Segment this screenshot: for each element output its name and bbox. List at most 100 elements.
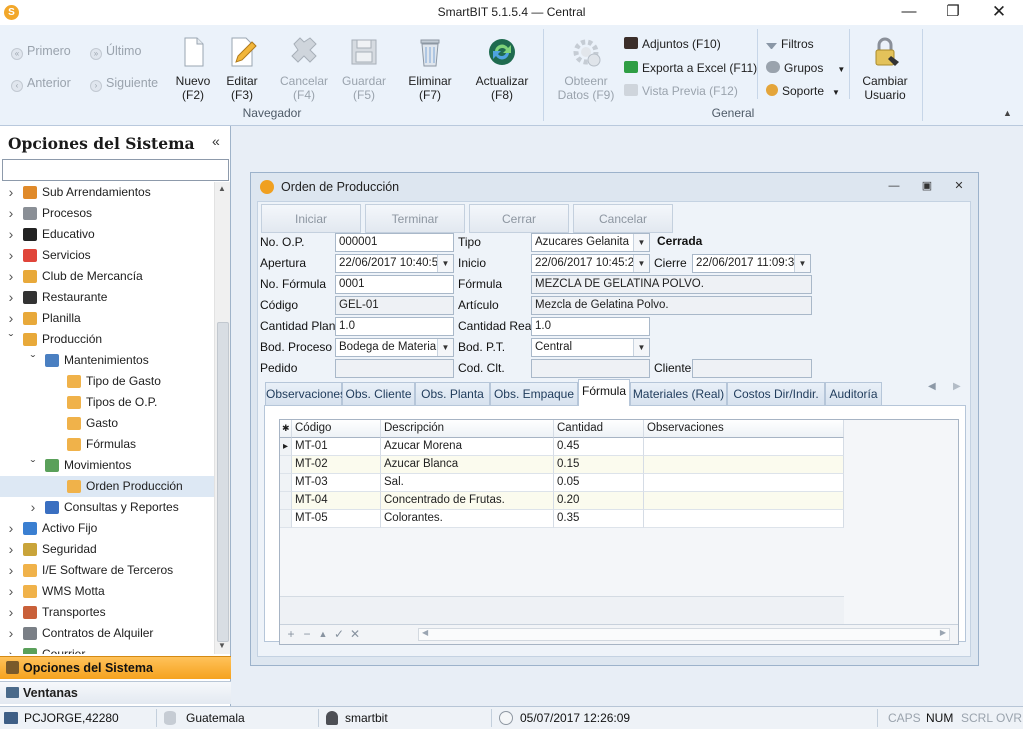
row-indicator[interactable] xyxy=(280,492,292,510)
sidebar-item[interactable]: › Planilla xyxy=(0,308,214,329)
sidebar-item[interactable]: Tipo de Gasto xyxy=(0,371,214,392)
delete-button[interactable]: Eliminar (F7) xyxy=(401,36,459,102)
finish-button[interactable]: Terminar xyxy=(365,204,465,233)
chevron-right-icon[interactable]: › xyxy=(6,308,16,329)
tab-scroll-left-icon[interactable]: ◀ xyxy=(928,381,936,392)
chevron-right-icon[interactable]: › xyxy=(6,518,16,539)
scroll-down-icon[interactable]: ▼ xyxy=(218,641,226,650)
tab[interactable]: Obs. Planta xyxy=(415,382,490,406)
tab[interactable]: Fórmula xyxy=(578,379,630,406)
get-data-button[interactable]: Obteenr Datos (F9) xyxy=(555,36,617,102)
op-number-field[interactable]: 000001 xyxy=(335,233,454,252)
cancel-order-button[interactable]: Cancelar xyxy=(573,204,673,233)
process-warehouse-select[interactable]: Bodega de Materia Prima▼ xyxy=(335,338,454,357)
start-date-field[interactable]: 22/06/2017 10:45:29 ▼ xyxy=(531,254,650,273)
tab-scroll-right-icon[interactable]: ▶ xyxy=(953,381,961,392)
start-button[interactable]: Iniciar xyxy=(261,204,361,233)
pane-windows[interactable]: Ventanas xyxy=(0,681,231,704)
chevron-right-icon[interactable]: › xyxy=(6,245,16,266)
finished-goods-warehouse-select[interactable]: Central ▼ xyxy=(531,338,650,357)
print-preview-button[interactable]: Vista Previa (F12) xyxy=(624,81,738,101)
planned-quantity-field[interactable]: 1.0 xyxy=(335,317,454,336)
grid-cell[interactable]: MT-03 xyxy=(292,474,381,492)
chevron-down-icon[interactable]: ▼ xyxy=(633,255,649,272)
current-row-indicator[interactable]: ▸ xyxy=(280,438,292,456)
tab[interactable]: Obs. Empaque xyxy=(490,382,578,406)
save-button[interactable]: Guardar (F5) xyxy=(335,36,393,102)
check-icon[interactable]: ✓ xyxy=(332,626,346,642)
grid-cell[interactable]: 0.35 xyxy=(554,510,644,528)
grid-cell[interactable]: Azucar Morena xyxy=(381,438,554,456)
scroll-right-icon[interactable]: ▶ xyxy=(940,628,946,637)
column-header[interactable]: Cantidad xyxy=(554,420,644,438)
column-header[interactable]: Código xyxy=(292,420,381,438)
sidebar-item[interactable]: › Activo Fijo xyxy=(0,518,214,539)
next-record-button[interactable]: › Siguiente xyxy=(90,74,158,92)
sidebar-item[interactable]: › Seguridad xyxy=(0,539,214,560)
export-excel-button[interactable]: Exporta a Excel (F11) xyxy=(624,58,757,78)
chevron-down-icon[interactable]: ▼ xyxy=(633,339,649,356)
chevron-down-icon[interactable]: ˇ xyxy=(6,329,16,350)
change-user-button[interactable]: Cambiar Usuario xyxy=(856,36,914,102)
close-button[interactable]: ✕ xyxy=(976,2,1022,24)
sidebar-item[interactable]: › I/E Software de Terceros xyxy=(0,560,214,581)
tab[interactable]: Auditoría xyxy=(825,382,882,406)
chevron-right-icon[interactable]: › xyxy=(6,623,16,644)
scrollbar-thumb[interactable] xyxy=(217,322,229,642)
minus-icon[interactable]: − xyxy=(300,626,314,642)
chevron-right-icon[interactable]: › xyxy=(6,287,16,308)
sidebar-item[interactable]: › Restaurante xyxy=(0,287,214,308)
row-indicator[interactable] xyxy=(280,510,292,528)
collapse-ribbon-icon[interactable]: ▲ xyxy=(1003,108,1012,118)
close-order-button[interactable]: Cerrar xyxy=(469,204,569,233)
edit-button[interactable]: Editar (F3) xyxy=(213,36,271,102)
child-restore-button[interactable]: ▣ xyxy=(918,179,936,193)
cancel-x-icon[interactable]: ✕ xyxy=(348,626,362,642)
previous-record-button[interactable]: ‹ Anterior xyxy=(11,74,71,92)
grid-cell[interactable]: 0.15 xyxy=(554,456,644,474)
refresh-button[interactable]: Actualizar (F8) xyxy=(473,36,531,102)
tree-scrollbar[interactable]: ▲ ▼ xyxy=(214,182,230,654)
filters-button[interactable]: Filtros xyxy=(766,34,814,54)
groups-dropdown[interactable]: Grupos ▼ xyxy=(766,58,845,78)
grid-cell[interactable]: 0.45 xyxy=(554,438,644,456)
sidebar-item[interactable]: › Courrier xyxy=(0,644,214,654)
chevron-down-icon[interactable]: ▼ xyxy=(437,255,453,272)
grid-cell[interactable]: MT-05 xyxy=(292,510,381,528)
sidebar-item[interactable]: › Consultas y Reportes xyxy=(0,497,214,518)
collapse-sidebar-icon[interactable]: « xyxy=(212,133,220,149)
plus-icon[interactable]: + xyxy=(284,626,298,642)
tab[interactable]: Costos Dir/Indir. xyxy=(727,382,825,406)
chevron-right-icon[interactable]: › xyxy=(6,560,16,581)
first-record-button[interactable]: « Primero xyxy=(11,42,71,60)
chevron-down-icon[interactable]: ˇ xyxy=(28,455,38,476)
chevron-right-icon[interactable]: › xyxy=(6,539,16,560)
close-date-field[interactable]: 22/06/2017 11:09:32 ▼ xyxy=(692,254,811,273)
opening-date-field[interactable]: 22/06/2017 10:40:55 ▼ xyxy=(335,254,454,273)
sidebar-item[interactable]: › Club de Mercancía xyxy=(0,266,214,287)
grid-cell[interactable]: 0.05 xyxy=(554,474,644,492)
sidebar-item[interactable]: ˇ Producción xyxy=(0,329,214,350)
child-minimize-button[interactable]: — xyxy=(885,179,903,193)
sidebar-item[interactable]: ˇ Mantenimientos xyxy=(0,350,214,371)
sidebar-item[interactable]: Orden Producción xyxy=(0,476,214,497)
sidebar-item[interactable]: › Educativo xyxy=(0,224,214,245)
grid-cell[interactable] xyxy=(644,456,844,474)
chevron-right-icon[interactable]: › xyxy=(6,224,16,245)
sidebar-item[interactable]: Gasto xyxy=(0,413,214,434)
up-icon[interactable]: ▲ xyxy=(316,626,330,642)
row-indicator[interactable] xyxy=(280,474,292,492)
grid-cell[interactable]: Colorantes. xyxy=(381,510,554,528)
grid-cell[interactable]: 0.20 xyxy=(554,492,644,510)
sidebar-item[interactable]: › Transportes xyxy=(0,602,214,623)
type-select[interactable]: Azucares Gelanita ▼ xyxy=(531,233,650,252)
sidebar-item[interactable]: › Sub Arrendamientos xyxy=(0,182,214,203)
grid-horizontal-scrollbar[interactable]: ◀ ▶ xyxy=(418,628,950,641)
grid-cell[interactable] xyxy=(644,474,844,492)
grid-cell[interactable]: MT-02 xyxy=(292,456,381,474)
sidebar-item[interactable]: Fórmulas xyxy=(0,434,214,455)
chevron-right-icon[interactable]: › xyxy=(28,497,38,518)
tab[interactable]: Materiales (Real) xyxy=(630,382,727,406)
sidebar-search-input[interactable] xyxy=(2,159,229,181)
tab[interactable]: Observaciones xyxy=(265,382,346,406)
